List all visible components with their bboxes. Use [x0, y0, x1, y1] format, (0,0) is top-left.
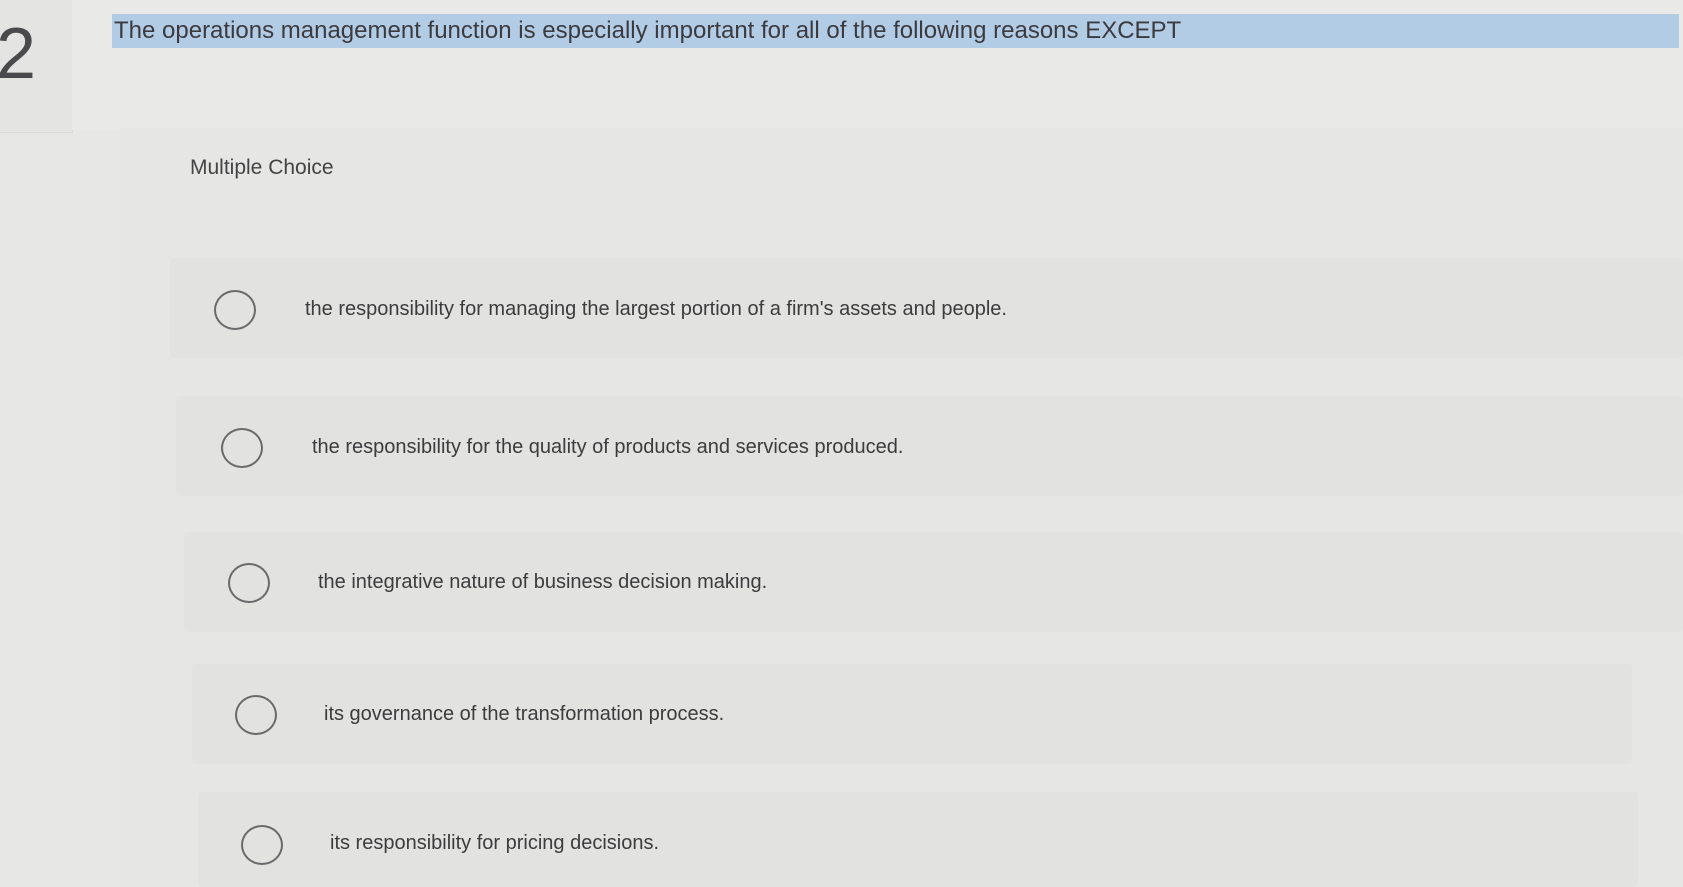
- choice-text-1: the responsibility for managing the larg…: [305, 298, 1007, 320]
- question-type-label: Multiple Choice: [190, 156, 334, 179]
- choice-radio-4[interactable]: [235, 695, 277, 735]
- question-number: 2: [0, 14, 37, 94]
- answer-panel: [120, 128, 1683, 887]
- choice-radio-1[interactable]: [214, 290, 256, 330]
- choice-radio-3[interactable]: [228, 563, 270, 603]
- question-text: The operations management function is es…: [112, 14, 1679, 48]
- question-number-gutter: 2: [0, 0, 73, 133]
- choice-radio-2[interactable]: [221, 428, 263, 468]
- choice-text-2: the responsibility for the quality of pr…: [312, 436, 904, 458]
- choice-radio-5[interactable]: [241, 825, 283, 865]
- choice-text-5: its responsibility for pricing decisions…: [330, 832, 660, 854]
- choice-text-4: its governance of the transformation pro…: [324, 703, 725, 725]
- choice-text-3: the integrative nature of business decis…: [318, 571, 768, 593]
